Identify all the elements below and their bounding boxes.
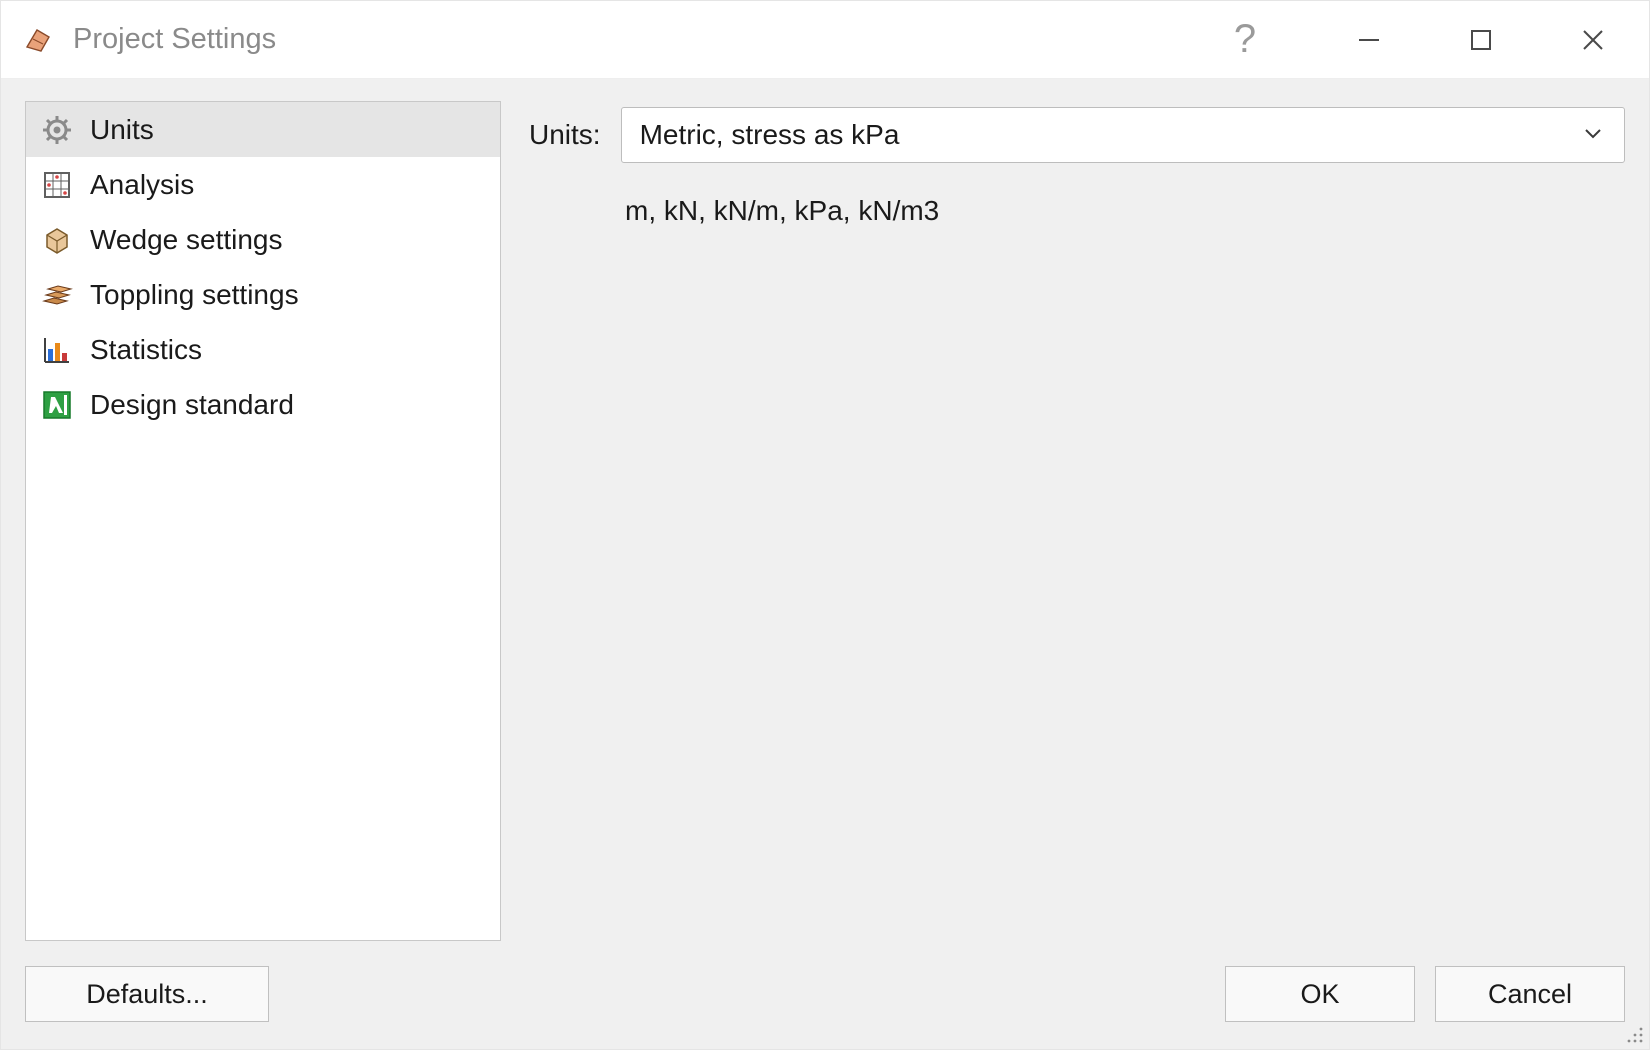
stack-icon bbox=[40, 278, 74, 312]
sidebar-item-statistics[interactable]: Statistics bbox=[26, 322, 500, 377]
lambda-icon bbox=[40, 388, 74, 422]
sidebar-item-design-standard[interactable]: Design standard bbox=[26, 377, 500, 432]
sidebar-item-label: Statistics bbox=[90, 334, 202, 366]
settings-category-list: Units Analysis bbox=[25, 101, 501, 941]
box-icon bbox=[40, 223, 74, 257]
units-hint: m, kN, kN/m, kPa, kN/m3 bbox=[625, 195, 1625, 227]
window-controls: ? bbox=[1189, 1, 1649, 78]
sidebar-item-label: Units bbox=[90, 114, 154, 146]
help-button[interactable]: ? bbox=[1189, 1, 1301, 78]
app-icon bbox=[21, 23, 55, 57]
settings-panel: Units: Metric, stress as kPa m, kN, kN/m… bbox=[529, 101, 1625, 957]
sidebar-item-toppling-settings[interactable]: Toppling settings bbox=[26, 267, 500, 322]
defaults-button[interactable]: Defaults... bbox=[25, 966, 269, 1022]
resize-grip-icon[interactable] bbox=[1625, 1025, 1645, 1045]
maximize-button[interactable] bbox=[1425, 1, 1537, 78]
cancel-button[interactable]: Cancel bbox=[1435, 966, 1625, 1022]
sidebar-item-label: Design standard bbox=[90, 389, 294, 421]
content-row: Units Analysis bbox=[1, 79, 1649, 957]
units-select[interactable]: Metric, stress as kPa bbox=[621, 107, 1625, 163]
bar-chart-icon bbox=[40, 333, 74, 367]
sidebar-item-label: Toppling settings bbox=[90, 279, 299, 311]
dialog-footer: Defaults... OK Cancel bbox=[1, 957, 1649, 1049]
chevron-down-icon bbox=[1582, 119, 1604, 151]
project-settings-window: Project Settings ? bbox=[0, 0, 1650, 1050]
grid-icon bbox=[40, 168, 74, 202]
dialog-body: Units Analysis bbox=[1, 79, 1649, 1049]
window-title: Project Settings bbox=[73, 23, 1189, 56]
units-label: Units: bbox=[529, 119, 601, 151]
sidebar-item-units[interactable]: Units bbox=[26, 102, 500, 157]
sidebar-item-label: Wedge settings bbox=[90, 224, 283, 256]
minimize-button[interactable] bbox=[1313, 1, 1425, 78]
sidebar-item-label: Analysis bbox=[90, 169, 194, 201]
ok-button[interactable]: OK bbox=[1225, 966, 1415, 1022]
close-button[interactable] bbox=[1537, 1, 1649, 78]
titlebar: Project Settings ? bbox=[1, 1, 1649, 79]
units-row: Units: Metric, stress as kPa bbox=[529, 107, 1625, 163]
units-select-value: Metric, stress as kPa bbox=[640, 119, 900, 151]
sidebar-item-wedge-settings[interactable]: Wedge settings bbox=[26, 212, 500, 267]
sidebar-item-analysis[interactable]: Analysis bbox=[26, 157, 500, 212]
gear-icon bbox=[40, 113, 74, 147]
